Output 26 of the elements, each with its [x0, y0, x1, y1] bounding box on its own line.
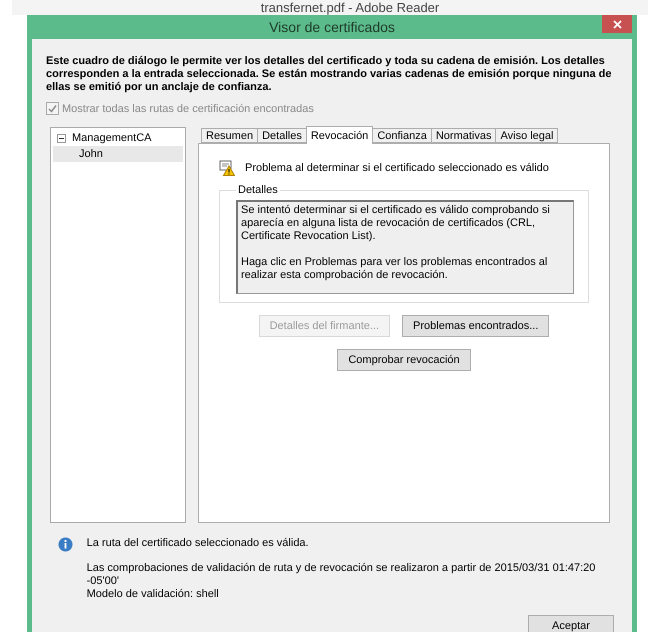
ok-button[interactable]: Aceptar — [528, 615, 614, 632]
info-icon — [58, 537, 73, 552]
group-label: Detalles — [237, 184, 279, 196]
tab[interactable]: Confianza — [372, 128, 432, 143]
tab[interactable]: Normativas — [430, 128, 496, 143]
dialog-title: Visor de certificados — [269, 19, 395, 35]
tree-item[interactable]: ManagementCA — [53, 130, 183, 146]
window-title: transfernet.pdf - Adobe Reader — [260, 0, 440, 15]
problems-button[interactable]: Problemas encontrados... — [402, 315, 550, 337]
tab[interactable]: Revocación — [306, 126, 374, 144]
intro-text: Este cuadro de diálogo le permite ver los detalles del certificado y toda su cadena de emisión. Los detalles corresponden a la entrada seleccionada. Se están mostrando varias cadenas de emisión porque ninguna de ellas se emitió por un anclaje de confianza. — [46, 55, 612, 94]
collapse-icon[interactable] — [57, 134, 66, 142]
tree-item[interactable]: John — [53, 146, 183, 162]
close-button[interactable] — [602, 15, 632, 33]
tab[interactable]: Detalles — [257, 128, 307, 143]
show-all-paths-checkbox: Mostrar todas las rutas de certificación encontradas — [46, 102, 618, 115]
details-text-area: Se intentó determinar si el certificado es válido comprobando si aparecía en alguna lista de revocación de certificados (CRL, Certificate Revocation List). Haga clic en Problemas para ver los problemas encontrados al realizar esta comprobación de revocación. — [236, 200, 574, 294]
status-message: Problema al determinar si el certificado seleccionado es válido — [245, 162, 549, 174]
check-revocation-button[interactable]: Comprobar revocación — [337, 349, 471, 371]
tab[interactable]: Resumen — [201, 128, 258, 143]
certificate-warning-icon — [219, 160, 235, 176]
validation-model-text: Modelo de validación: shell — [86, 588, 220, 601]
close-icon — [612, 20, 622, 28]
path-status-text: La ruta del certificado seleccionado es válida. — [86, 537, 310, 550]
tab[interactable]: Aviso legal — [495, 128, 558, 143]
checks-info-text: Las comprobaciones de validación de ruta y de revocación se realizaron a partir de 2015/03/31 01:47:20 -05'00' — [86, 562, 596, 588]
